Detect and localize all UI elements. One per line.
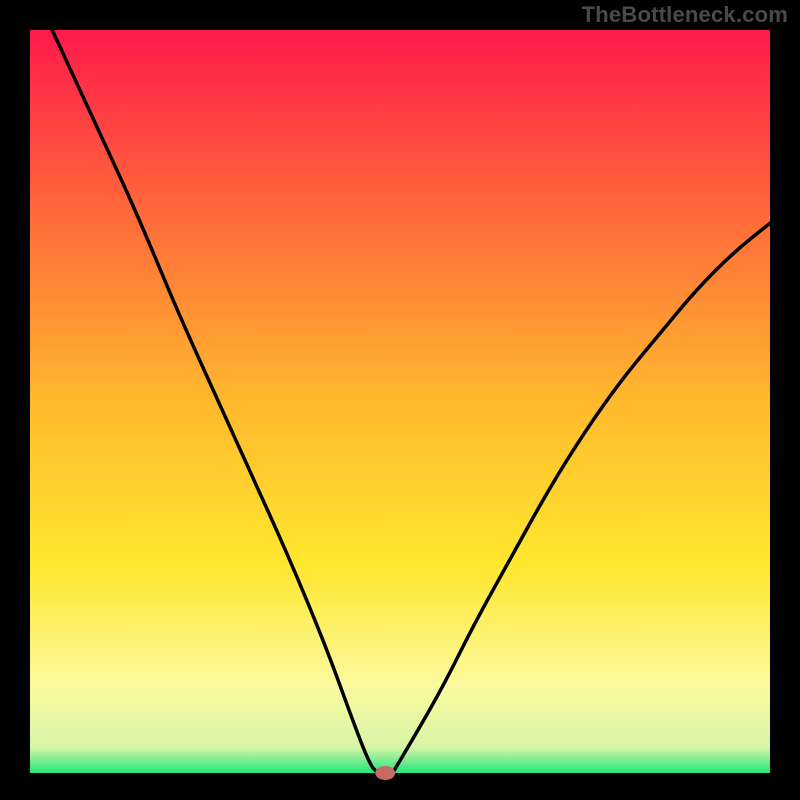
plot-background <box>30 30 770 773</box>
chart-frame: TheBottleneck.com <box>0 0 800 800</box>
bottleneck-chart <box>0 0 800 800</box>
sweet-spot-marker <box>375 766 395 780</box>
